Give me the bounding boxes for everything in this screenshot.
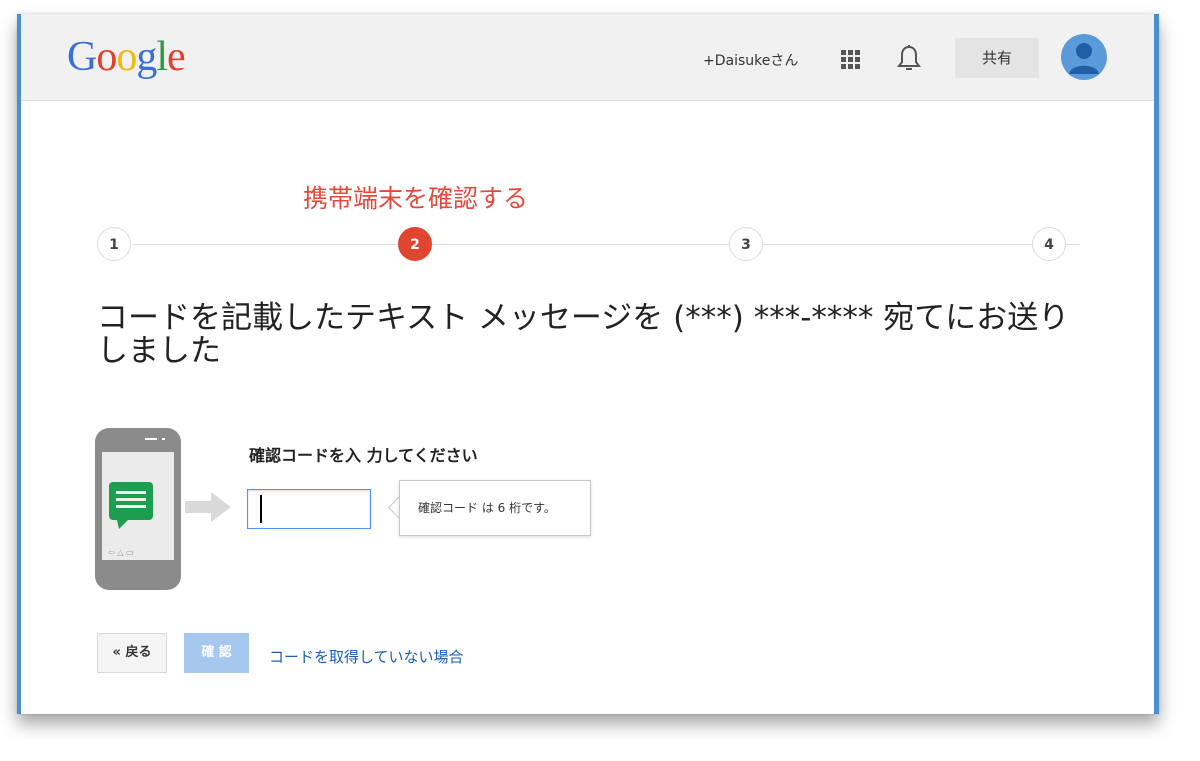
step-2-circle: 2 xyxy=(398,227,432,261)
confirm-button[interactable]: 確 認 xyxy=(184,633,249,673)
logo-letter: o xyxy=(96,34,117,80)
user-avatar-icon[interactable] xyxy=(1061,34,1107,80)
apps-grid-icon[interactable] xyxy=(841,50,861,70)
sms-sent-message: コードを記載したテキスト メッセージを (***) ***-**** 宛てにお送… xyxy=(97,300,1070,369)
no-code-received-link[interactable]: コードを取得していない場合 xyxy=(269,646,464,667)
step-3-circle: 3 xyxy=(729,227,763,261)
back-button[interactable]: « 戻る xyxy=(97,633,167,673)
step-4-circle: 4 xyxy=(1032,227,1066,261)
logo-letter: l xyxy=(156,34,168,80)
logo-letter: o xyxy=(116,34,137,80)
verification-code-input[interactable] xyxy=(247,489,371,529)
google-logo[interactable]: Google xyxy=(67,32,186,82)
step-title: 携帯端末を確認する xyxy=(303,184,529,213)
arrow-right-icon xyxy=(183,492,233,526)
code-hint-tooltip: 確認コード は 6 桁です。 xyxy=(399,480,591,536)
text-cursor xyxy=(260,495,262,523)
step-1-circle: 1 xyxy=(97,227,131,261)
top-bar: Google +Daisukeさん 共有 xyxy=(21,14,1154,101)
user-profile-link[interactable]: +Daisukeさん xyxy=(703,50,798,70)
share-button[interactable]: 共有 xyxy=(955,38,1039,78)
logo-letter: e xyxy=(167,34,186,80)
phone-sms-icon: ⇦ △ ▭ xyxy=(95,428,181,590)
bell-icon[interactable] xyxy=(897,44,921,74)
logo-letter: g xyxy=(136,34,157,80)
stepper-line xyxy=(133,244,1079,245)
browser-window: Google +Daisukeさん 共有 携帯端末を確認する 1 2 3 4 コ… xyxy=(17,14,1159,714)
code-input-label: 確認コードを入 力してください xyxy=(249,446,478,465)
logo-letter: G xyxy=(67,34,97,80)
svg-text:⇦ △ ▭: ⇦ △ ▭ xyxy=(108,548,134,557)
